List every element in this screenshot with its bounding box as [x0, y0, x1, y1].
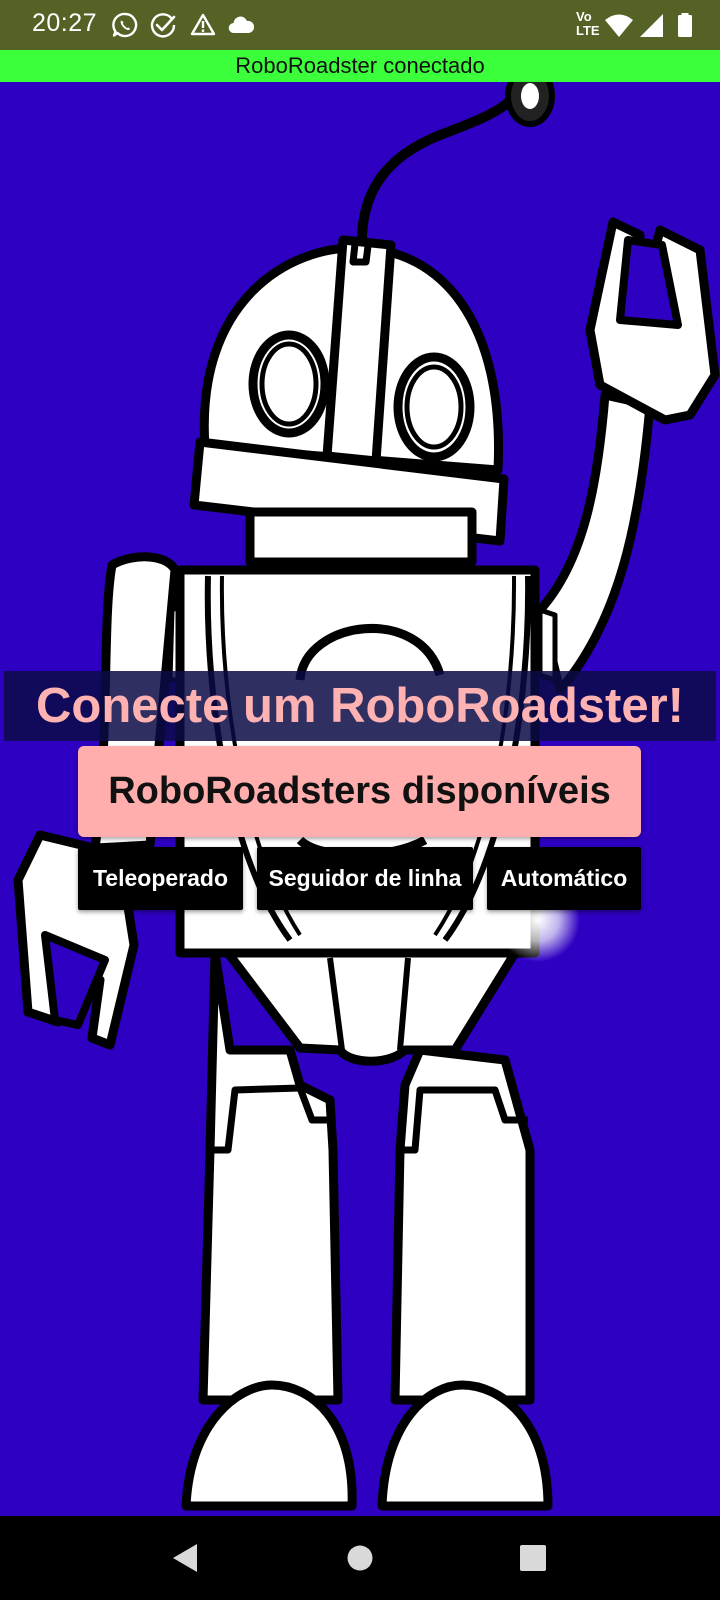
- check-circle-icon: [150, 13, 176, 38]
- connection-status-banner: RoboRoadster conectado: [0, 50, 720, 82]
- available-roboroadsters-button[interactable]: RoboRoadsters disponíveis: [78, 746, 641, 837]
- wifi-icon: [605, 14, 633, 37]
- volte-icon: Vo LTE: [574, 10, 604, 40]
- status-time: 20:27: [32, 9, 98, 37]
- warning-icon: [190, 13, 216, 36]
- line-follower-mode-button[interactable]: Seguidor de linha: [257, 847, 473, 910]
- whatsapp-icon: [112, 12, 138, 38]
- back-icon[interactable]: [161, 1534, 209, 1582]
- app-screen: 20:27 Vo LTE RoboRoadster conectado Cone…: [0, 0, 720, 1600]
- battery-icon: [678, 13, 692, 37]
- volte-text-bottom: LTE: [576, 23, 600, 38]
- signal-icon: [640, 14, 663, 37]
- cloud-icon: [228, 16, 255, 34]
- automatic-mode-button[interactable]: Automático: [487, 847, 641, 910]
- status-bar: 20:27 Vo LTE: [0, 0, 720, 50]
- home-icon[interactable]: [336, 1534, 384, 1582]
- connect-headline: Conecte um RoboRoadster!: [36, 679, 684, 733]
- navigation-bar: [0, 1516, 720, 1600]
- recents-icon[interactable]: [509, 1534, 557, 1582]
- volte-text-top: Vo: [576, 9, 592, 24]
- teleoperated-mode-button[interactable]: Teleoperado: [78, 847, 243, 910]
- main-content: Conecte um RoboRoadster! RoboRoadsters d…: [0, 82, 720, 1516]
